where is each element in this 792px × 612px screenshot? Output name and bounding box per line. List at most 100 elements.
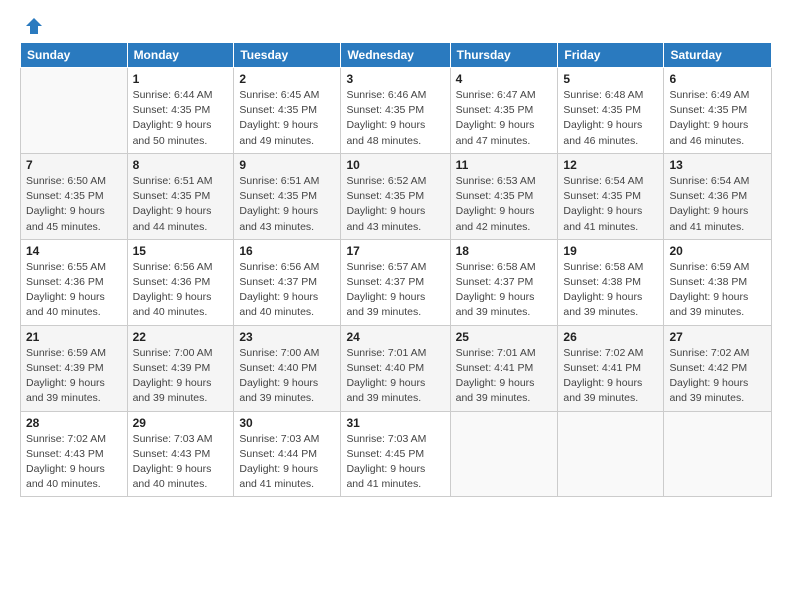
calendar-page: SundayMondayTuesdayWednesdayThursdayFrid… [0, 0, 792, 612]
day-number: 5 [563, 72, 658, 86]
day-info: Sunrise: 6:58 AM Sunset: 4:37 PM Dayligh… [456, 260, 553, 321]
day-info: Sunrise: 6:47 AM Sunset: 4:35 PM Dayligh… [456, 88, 553, 149]
day-info: Sunrise: 6:54 AM Sunset: 4:35 PM Dayligh… [563, 174, 658, 235]
day-info: Sunrise: 6:50 AM Sunset: 4:35 PM Dayligh… [26, 174, 122, 235]
header [20, 16, 772, 36]
day-info: Sunrise: 7:03 AM Sunset: 4:43 PM Dayligh… [133, 432, 229, 493]
day-info: Sunrise: 6:48 AM Sunset: 4:35 PM Dayligh… [563, 88, 658, 149]
weekday-header-wednesday: Wednesday [341, 43, 450, 68]
day-number: 24 [346, 330, 444, 344]
day-number: 28 [26, 416, 122, 430]
day-info: Sunrise: 6:55 AM Sunset: 4:36 PM Dayligh… [26, 260, 122, 321]
day-cell: 6 Sunrise: 6:49 AM Sunset: 4:35 PM Daylig… [664, 68, 772, 154]
weekday-header-tuesday: Tuesday [234, 43, 341, 68]
day-cell: 15Sunrise: 6:56 AM Sunset: 4:36 PM Dayli… [127, 239, 234, 325]
day-cell [21, 68, 128, 154]
day-info: Sunrise: 6:58 AM Sunset: 4:38 PM Dayligh… [563, 260, 658, 321]
day-info: Sunrise: 6:51 AM Sunset: 4:35 PM Dayligh… [133, 174, 229, 235]
day-info: Sunrise: 6:52 AM Sunset: 4:35 PM Dayligh… [346, 174, 444, 235]
day-info: Sunrise: 6:54 AM Sunset: 4:36 PM Dayligh… [669, 174, 766, 235]
day-cell: 26 Sunrise: 7:02 AM Sunset: 4:41 PM Dayli… [558, 325, 664, 411]
calendar-table: SundayMondayTuesdayWednesdayThursdayFrid… [20, 42, 772, 497]
weekday-header-saturday: Saturday [664, 43, 772, 68]
day-cell: 7 Sunrise: 6:50 AM Sunset: 4:35 PM Daylig… [21, 153, 128, 239]
day-cell [450, 411, 558, 497]
day-number: 18 [456, 244, 553, 258]
day-number: 23 [239, 330, 335, 344]
day-number: 26 [563, 330, 658, 344]
day-cell: 31 Sunrise: 7:03 AM Sunset: 4:45 PM Dayli… [341, 411, 450, 497]
day-info: Sunrise: 6:49 AM Sunset: 4:35 PM Dayligh… [669, 88, 766, 149]
day-info: Sunrise: 7:01 AM Sunset: 4:41 PM Dayligh… [456, 346, 553, 407]
weekday-header-row: SundayMondayTuesdayWednesdayThursdayFrid… [21, 43, 772, 68]
day-cell: 27 Sunrise: 7:02 AM Sunset: 4:42 PM Dayli… [664, 325, 772, 411]
day-number: 7 [26, 158, 122, 172]
day-cell: 8 Sunrise: 6:51 AM Sunset: 4:35 PM Daylig… [127, 153, 234, 239]
weekday-header-monday: Monday [127, 43, 234, 68]
day-cell: 25 Sunrise: 7:01 AM Sunset: 4:41 PM Dayli… [450, 325, 558, 411]
day-cell: 19 Sunrise: 6:58 AM Sunset: 4:38 PM Dayli… [558, 239, 664, 325]
week-row-1: 1Sunrise: 6:44 AM Sunset: 4:35 PM Daylig… [21, 68, 772, 154]
day-info: Sunrise: 7:02 AM Sunset: 4:42 PM Dayligh… [669, 346, 766, 407]
day-info: Sunrise: 6:45 AM Sunset: 4:35 PM Dayligh… [239, 88, 335, 149]
week-row-2: 7 Sunrise: 6:50 AM Sunset: 4:35 PM Daylig… [21, 153, 772, 239]
day-info: Sunrise: 7:03 AM Sunset: 4:45 PM Dayligh… [346, 432, 444, 493]
day-info: Sunrise: 7:03 AM Sunset: 4:44 PM Dayligh… [239, 432, 335, 493]
day-info: Sunrise: 6:53 AM Sunset: 4:35 PM Dayligh… [456, 174, 553, 235]
day-number: 10 [346, 158, 444, 172]
day-number: 20 [669, 244, 766, 258]
day-number: 8 [133, 158, 229, 172]
day-number: 31 [346, 416, 444, 430]
day-number: 9 [239, 158, 335, 172]
day-number: 13 [669, 158, 766, 172]
day-number: 16 [239, 244, 335, 258]
day-cell: 10 Sunrise: 6:52 AM Sunset: 4:35 PM Dayli… [341, 153, 450, 239]
day-number: 14 [26, 244, 122, 258]
day-cell: 24Sunrise: 7:01 AM Sunset: 4:40 PM Dayli… [341, 325, 450, 411]
day-cell: 13 Sunrise: 6:54 AM Sunset: 4:36 PM Dayli… [664, 153, 772, 239]
day-info: Sunrise: 6:59 AM Sunset: 4:38 PM Dayligh… [669, 260, 766, 321]
day-cell: 21Sunrise: 6:59 AM Sunset: 4:39 PM Dayli… [21, 325, 128, 411]
day-number: 6 [669, 72, 766, 86]
day-cell: 29 Sunrise: 7:03 AM Sunset: 4:43 PM Dayli… [127, 411, 234, 497]
day-cell: 22Sunrise: 7:00 AM Sunset: 4:39 PM Dayli… [127, 325, 234, 411]
day-number: 15 [133, 244, 229, 258]
day-cell: 4 Sunrise: 6:47 AM Sunset: 4:35 PM Daylig… [450, 68, 558, 154]
day-number: 25 [456, 330, 553, 344]
day-info: Sunrise: 6:44 AM Sunset: 4:35 PM Dayligh… [133, 88, 229, 149]
weekday-header-sunday: Sunday [21, 43, 128, 68]
day-cell: 17 Sunrise: 6:57 AM Sunset: 4:37 PM Dayli… [341, 239, 450, 325]
day-info: Sunrise: 7:02 AM Sunset: 4:41 PM Dayligh… [563, 346, 658, 407]
week-row-3: 14 Sunrise: 6:55 AM Sunset: 4:36 PM Dayli… [21, 239, 772, 325]
logo-icon [24, 16, 44, 36]
day-cell: 28 Sunrise: 7:02 AM Sunset: 4:43 PM Dayli… [21, 411, 128, 497]
day-info: Sunrise: 7:00 AM Sunset: 4:39 PM Dayligh… [133, 346, 229, 407]
logo [20, 16, 44, 36]
day-info: Sunrise: 7:00 AM Sunset: 4:40 PM Dayligh… [239, 346, 335, 407]
day-cell: 1Sunrise: 6:44 AM Sunset: 4:35 PM Daylig… [127, 68, 234, 154]
day-info: Sunrise: 6:57 AM Sunset: 4:37 PM Dayligh… [346, 260, 444, 321]
day-cell: 9Sunrise: 6:51 AM Sunset: 4:35 PM Daylig… [234, 153, 341, 239]
day-number: 27 [669, 330, 766, 344]
day-cell: 18 Sunrise: 6:58 AM Sunset: 4:37 PM Dayli… [450, 239, 558, 325]
day-cell: 11Sunrise: 6:53 AM Sunset: 4:35 PM Dayli… [450, 153, 558, 239]
day-info: Sunrise: 6:59 AM Sunset: 4:39 PM Dayligh… [26, 346, 122, 407]
day-cell: 20 Sunrise: 6:59 AM Sunset: 4:38 PM Dayli… [664, 239, 772, 325]
day-info: Sunrise: 7:02 AM Sunset: 4:43 PM Dayligh… [26, 432, 122, 493]
day-cell [558, 411, 664, 497]
day-cell: 2Sunrise: 6:45 AM Sunset: 4:35 PM Daylig… [234, 68, 341, 154]
day-cell: 14 Sunrise: 6:55 AM Sunset: 4:36 PM Dayli… [21, 239, 128, 325]
day-cell: 16 Sunrise: 6:56 AM Sunset: 4:37 PM Dayli… [234, 239, 341, 325]
day-number: 4 [456, 72, 553, 86]
day-number: 3 [346, 72, 444, 86]
day-number: 19 [563, 244, 658, 258]
day-number: 30 [239, 416, 335, 430]
day-number: 29 [133, 416, 229, 430]
day-info: Sunrise: 6:56 AM Sunset: 4:37 PM Dayligh… [239, 260, 335, 321]
day-info: Sunrise: 6:46 AM Sunset: 4:35 PM Dayligh… [346, 88, 444, 149]
day-number: 17 [346, 244, 444, 258]
day-cell: 23 Sunrise: 7:00 AM Sunset: 4:40 PM Dayli… [234, 325, 341, 411]
weekday-header-friday: Friday [558, 43, 664, 68]
day-cell: 12Sunrise: 6:54 AM Sunset: 4:35 PM Dayli… [558, 153, 664, 239]
day-cell [664, 411, 772, 497]
